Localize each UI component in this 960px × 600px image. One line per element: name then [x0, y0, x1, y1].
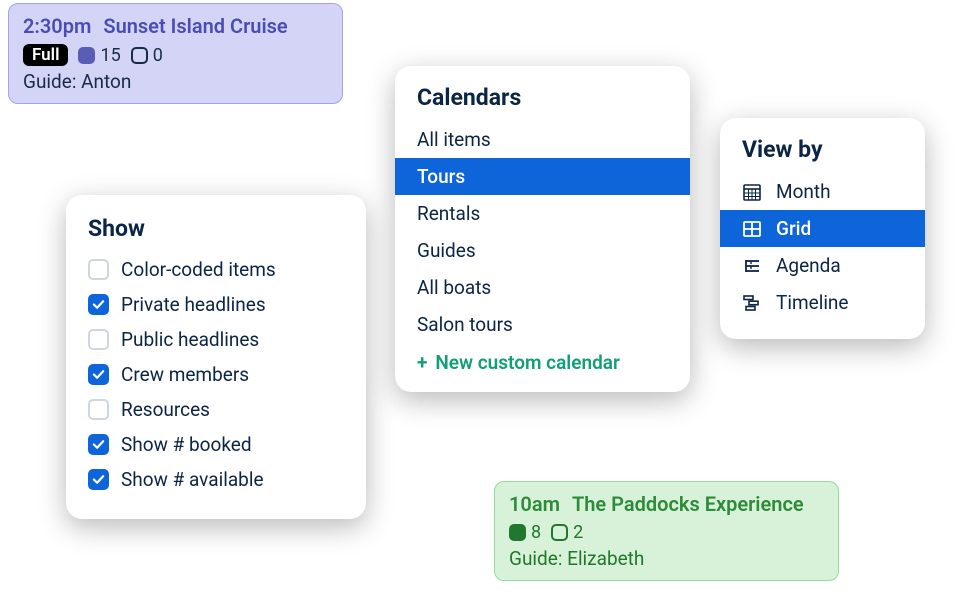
view-option-label: Agenda — [776, 254, 841, 277]
checkbox-unchecked-icon[interactable] — [88, 329, 109, 350]
show-option-label: Show # available — [121, 468, 264, 491]
calendar-item[interactable]: All boats — [395, 269, 690, 306]
view-option-timeline[interactable]: Timeline — [720, 284, 925, 321]
calendar-item[interactable]: All items — [395, 121, 690, 158]
checkbox-unchecked-icon[interactable] — [88, 399, 109, 420]
event-guide: Guide: Anton — [23, 70, 328, 93]
show-option[interactable]: Color-coded items — [66, 252, 366, 287]
event-card-paddocks[interactable]: 10am The Paddocks Experience 8 2 Guide: … — [494, 481, 839, 581]
show-option[interactable]: Crew members — [66, 357, 366, 392]
event-header: 10am The Paddocks Experience — [509, 492, 824, 516]
calendar-item[interactable]: Salon tours — [395, 306, 690, 343]
booked-icon — [78, 47, 95, 64]
show-option-label: Public headlines — [121, 328, 259, 351]
event-title: Sunset Island Cruise — [103, 14, 287, 38]
checkbox-checked-icon[interactable] — [88, 364, 109, 385]
checkbox-checked-icon[interactable] — [88, 294, 109, 315]
view-option-label: Month — [776, 180, 831, 203]
booked-count: 8 — [509, 522, 541, 543]
view-option-grid[interactable]: Grid — [720, 210, 925, 247]
calendars-panel: Calendars All itemsToursRentalsGuidesAll… — [395, 66, 690, 392]
show-option-label: Crew members — [121, 363, 249, 386]
show-option-label: Private headlines — [121, 293, 266, 316]
agenda-icon — [742, 256, 762, 276]
status-badge-full: Full — [23, 44, 68, 66]
calendar-icon — [742, 182, 762, 202]
event-title: The Paddocks Experience — [572, 492, 804, 516]
view-option-month[interactable]: Month — [720, 173, 925, 210]
show-panel: Show Color-coded items Private headlines P… — [66, 195, 366, 519]
view-option-label: Timeline — [776, 291, 849, 314]
calendar-item[interactable]: Rentals — [395, 195, 690, 232]
event-time: 2:30pm — [23, 14, 91, 38]
show-option-label: Show # booked — [121, 433, 252, 456]
panel-title-viewby: View by — [720, 136, 925, 173]
available-value: 2 — [573, 522, 583, 543]
calendar-item[interactable]: Tours — [395, 158, 690, 195]
show-option-label: Resources — [121, 398, 210, 421]
booked-value: 8 — [531, 522, 541, 543]
timeline-icon — [742, 293, 762, 313]
event-guide: Guide: Elizabeth — [509, 547, 824, 570]
viewby-panel: View by Month Grid Agenda Timeline — [720, 118, 925, 339]
show-option[interactable]: Private headlines — [66, 287, 366, 322]
show-option[interactable]: Show # available — [66, 462, 366, 497]
new-custom-calendar-button[interactable]: + New custom calendar — [395, 343, 690, 374]
event-time: 10am — [509, 492, 560, 516]
grid-icon — [742, 219, 762, 239]
event-meta: 8 2 — [509, 522, 824, 543]
show-option[interactable]: Show # booked — [66, 427, 366, 462]
event-header: 2:30pm Sunset Island Cruise — [23, 14, 328, 38]
available-icon — [131, 47, 148, 64]
available-icon — [551, 524, 568, 541]
panel-title-calendars: Calendars — [395, 84, 690, 121]
available-value: 0 — [153, 45, 163, 66]
show-option[interactable]: Public headlines — [66, 322, 366, 357]
available-count: 2 — [551, 522, 583, 543]
event-meta: Full 15 0 — [23, 44, 328, 66]
available-count: 0 — [131, 45, 163, 66]
checkbox-checked-icon[interactable] — [88, 434, 109, 455]
view-option-agenda[interactable]: Agenda — [720, 247, 925, 284]
booked-icon — [509, 524, 526, 541]
show-option-label: Color-coded items — [121, 258, 276, 281]
panel-title-show: Show — [66, 215, 366, 252]
booked-value: 15 — [100, 45, 120, 66]
calendar-item[interactable]: Guides — [395, 232, 690, 269]
new-calendar-label: New custom calendar — [435, 351, 619, 374]
event-card-sunset[interactable]: 2:30pm Sunset Island Cruise Full 15 0 Gu… — [8, 3, 343, 104]
plus-icon: + — [417, 351, 427, 374]
view-option-label: Grid — [776, 217, 811, 240]
checkbox-checked-icon[interactable] — [88, 469, 109, 490]
checkbox-unchecked-icon[interactable] — [88, 259, 109, 280]
booked-count: 15 — [78, 45, 120, 66]
show-option[interactable]: Resources — [66, 392, 366, 427]
